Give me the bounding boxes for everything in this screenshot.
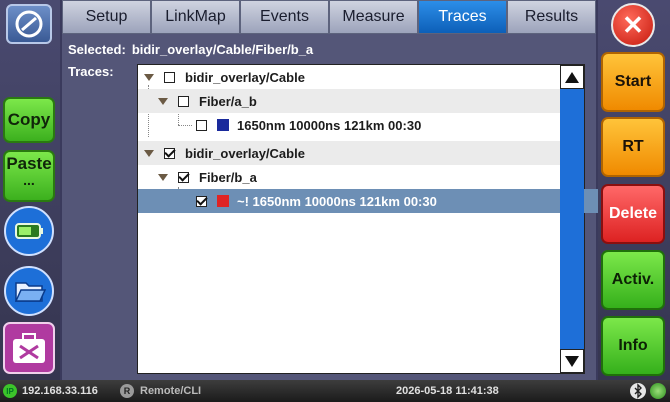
scroll-down-button[interactable] <box>560 349 584 373</box>
globe-icon <box>650 383 666 399</box>
tree-row-label: ~! 1650nm 10000ns 121km 00:30 <box>237 193 437 209</box>
bluetooth-icon <box>630 383 646 399</box>
tab-results[interactable]: Results <box>507 0 596 34</box>
delete-button[interactable]: Delete <box>601 184 665 244</box>
checkbox[interactable] <box>164 71 175 83</box>
checkbox[interactable] <box>196 195 207 207</box>
expand-triangle-icon[interactable] <box>158 173 168 181</box>
paste-label: Paste <box>6 154 52 173</box>
tab-linkmap[interactable]: LinkMap <box>151 0 240 34</box>
scroll-up-button[interactable] <box>560 65 584 89</box>
expand-triangle-icon[interactable] <box>158 97 168 105</box>
paste-button[interactable]: Paste ... <box>3 150 55 202</box>
activ-button[interactable]: Activ. <box>601 250 665 310</box>
close-button[interactable]: ✕ <box>611 3 655 47</box>
tree-row-label: bidir_overlay/Cable <box>185 145 305 161</box>
checkbox[interactable] <box>196 119 207 131</box>
start-button[interactable]: Start <box>601 52 665 112</box>
tab-bar: Setup LinkMap Events Measure Traces Resu… <box>62 0 596 34</box>
remote-badge: R <box>120 384 134 398</box>
toolbox-icon[interactable] <box>3 322 55 374</box>
tree-row-label: bidir_overlay/Cable <box>185 69 305 85</box>
tab-measure[interactable]: Measure <box>329 0 418 34</box>
trace-tree: bidir_overlay/Cable Fiber/a_b 1650nm 100… <box>137 64 616 374</box>
selected-value: bidir_overlay/Cable/Fiber/b_a <box>131 42 314 57</box>
folder-icon[interactable] <box>3 265 55 317</box>
checkbox[interactable] <box>178 95 189 107</box>
tab-events[interactable]: Events <box>240 0 329 34</box>
trace-color-swatch <box>217 195 229 207</box>
trace-color-swatch <box>217 119 229 131</box>
remote-status: Remote/CLI <box>140 385 202 397</box>
app-logo-icon[interactable] <box>6 4 52 44</box>
scrollbar[interactable] <box>560 65 584 373</box>
close-icon: ✕ <box>622 10 644 40</box>
tree-row-cable-2[interactable]: bidir_overlay/Cable <box>138 141 564 165</box>
checkbox[interactable] <box>164 147 175 159</box>
selected-path: Selected: bidir_overlay/Cable/Fiber/b_a <box>68 42 313 57</box>
traces-panel: Selected: bidir_overlay/Cable/Fiber/b_a T… <box>62 34 616 380</box>
expand-triangle-icon[interactable] <box>144 149 154 157</box>
arrow-up-icon <box>565 71 579 83</box>
left-sidebar: Copy Paste ... <box>0 0 60 380</box>
ip-badge: IP <box>3 384 17 398</box>
tree-row-fiber-ba[interactable]: Fiber/b_a <box>138 165 578 189</box>
datetime: 2026-05-18 11:41:38 <box>396 385 499 397</box>
tree-row-fiber-ab[interactable]: Fiber/a_b <box>138 89 578 113</box>
tab-setup[interactable]: Setup <box>62 0 151 34</box>
copy-button[interactable]: Copy <box>3 97 55 143</box>
tab-traces[interactable]: Traces <box>418 0 507 34</box>
info-button[interactable]: Info <box>601 316 665 376</box>
tree-row-cable-1[interactable]: bidir_overlay/Cable <box>138 65 564 89</box>
tree-row-trace-ab[interactable]: 1650nm 10000ns 121km 00:30 <box>138 113 616 137</box>
tree-row-label: Fiber/a_b <box>199 93 257 109</box>
tree-row-trace-ba[interactable]: ~! 1650nm 10000ns 121km 00:30 <box>138 189 616 213</box>
ip-address: 192.168.33.116 <box>22 385 98 397</box>
checkbox[interactable] <box>178 171 189 183</box>
expand-triangle-icon[interactable] <box>144 73 154 81</box>
tree-row-label: Fiber/b_a <box>199 169 257 185</box>
arrow-down-icon <box>565 355 579 367</box>
rt-button[interactable]: RT <box>601 117 665 177</box>
selected-label: Selected: <box>68 42 126 57</box>
right-sidebar: ✕ Start RT Delete Activ. Info <box>598 0 670 380</box>
battery-icon[interactable] <box>3 205 55 257</box>
status-bar: IP 192.168.33.116 R Remote/CLI 2026-05-1… <box>0 380 670 402</box>
tree-row-label: 1650nm 10000ns 121km 00:30 <box>237 117 422 133</box>
traces-label: Traces: <box>68 64 114 79</box>
paste-sublabel: ... <box>23 172 35 188</box>
app-window: Copy Paste ... Setup LinkMap Events Meas… <box>0 0 670 402</box>
